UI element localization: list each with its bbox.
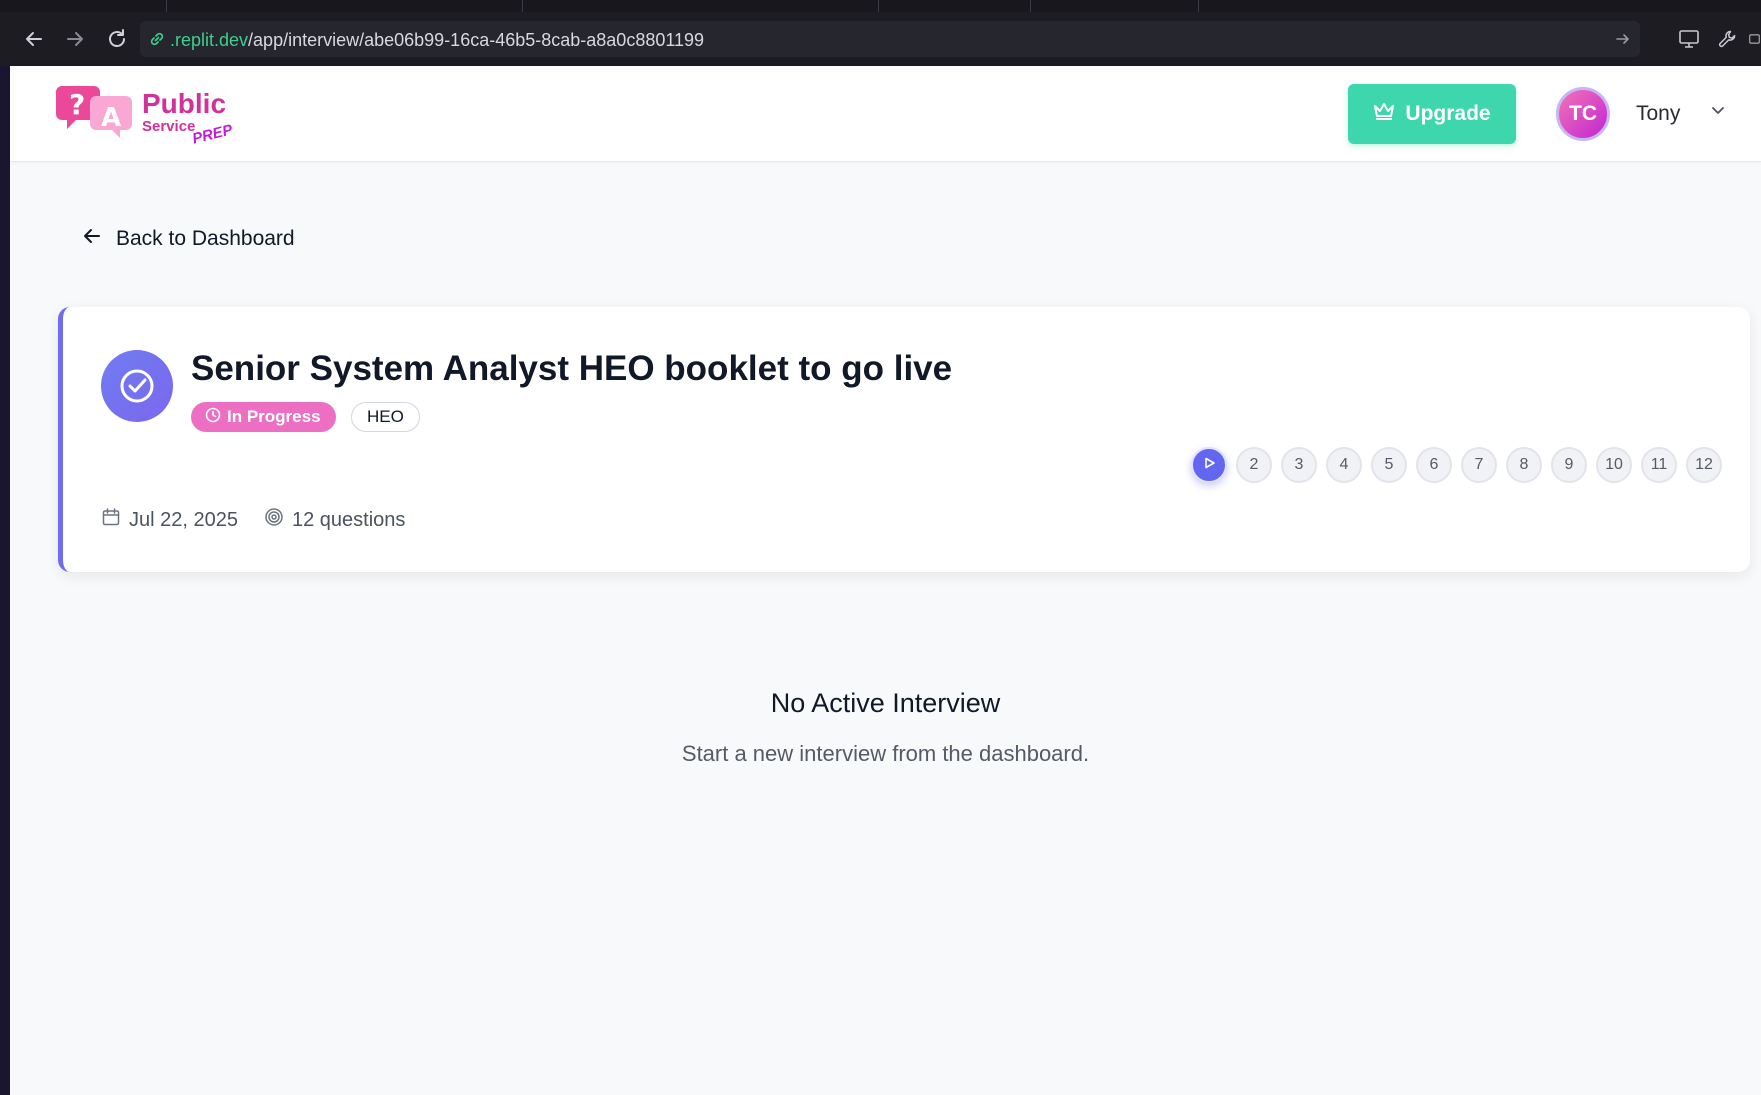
tab-separator (522, 0, 523, 12)
tab-separator (1198, 0, 1199, 12)
link-icon (148, 30, 166, 53)
step-11[interactable]: 11 (1641, 447, 1677, 483)
browser-tabstrip (0, 0, 1761, 12)
tab-separator (166, 0, 167, 12)
logo-service-text: Service (142, 118, 196, 135)
back-to-dashboard-link[interactable]: Back to Dashboard (82, 226, 295, 252)
step-2[interactable]: 2 (1236, 447, 1272, 483)
reload-icon[interactable] (102, 24, 132, 54)
step-7[interactable]: 7 (1461, 447, 1497, 483)
play-icon (1202, 456, 1216, 475)
step-5[interactable]: 5 (1371, 447, 1407, 483)
address-bar[interactable]: .replit.dev/app/interview/abe06b99-16ca-… (140, 21, 1640, 57)
arrow-left-icon (82, 226, 102, 252)
svg-text:?: ? (69, 88, 85, 121)
forward-icon[interactable] (60, 24, 90, 54)
step-12[interactable]: 12 (1686, 447, 1722, 483)
step-current[interactable] (1191, 447, 1227, 483)
questions-meta: 12 questions (264, 507, 405, 533)
interview-title: Senior System Analyst HEO booklet to go … (191, 349, 953, 388)
app-header: ? A Public Service PREP Upgrade TC Tony (10, 66, 1761, 162)
back-label: Back to Dashboard (116, 227, 295, 250)
step-10[interactable]: 10 (1596, 447, 1632, 483)
question-count: 12 questions (291, 508, 406, 531)
interview-meta: Jul 22, 2025 12 questions (101, 507, 405, 533)
logo-prep-text: PREP (190, 121, 235, 148)
step-4[interactable]: 4 (1326, 447, 1362, 483)
status-badge: In Progress (191, 402, 336, 432)
upgrade-button[interactable]: Upgrade (1348, 84, 1516, 144)
target-icon (264, 507, 284, 533)
check-circle-icon (101, 350, 173, 422)
app-viewport: ? A Public Service PREP Upgrade TC Tony … (10, 66, 1761, 1095)
step-3[interactable]: 3 (1281, 447, 1317, 483)
logo[interactable]: ? A Public Service PREP (56, 82, 236, 148)
tab-separator (878, 0, 879, 12)
browser-toolbar: .replit.dev/app/interview/abe06b99-16ca-… (0, 12, 1761, 66)
clock-icon (205, 407, 221, 428)
back-icon[interactable] (19, 24, 49, 54)
panel-icon[interactable] (1748, 24, 1761, 54)
user-name[interactable]: Tony (1636, 102, 1680, 126)
window-edge (0, 66, 10, 1095)
empty-state-subtitle: Start a new interview from the dashboard… (681, 741, 1090, 766)
step-6[interactable]: 6 (1416, 447, 1452, 483)
crown-icon (1373, 101, 1395, 127)
url-path: /app/interview/abe06b99-16ca-46b5-8cab-a… (248, 30, 705, 50)
level-badge: HEO (351, 402, 420, 432)
status-label: In Progress (227, 407, 321, 426)
question-steps: 2 3 4 5 6 7 8 9 10 11 12 (1191, 447, 1722, 483)
chevron-down-icon[interactable] (1710, 102, 1726, 123)
tab-separator (1030, 0, 1031, 12)
logo-public-text: Public (142, 88, 227, 119)
upgrade-label: Upgrade (1405, 102, 1491, 125)
url-text: .replit.dev/app/interview/abe06b99-16ca-… (170, 30, 704, 51)
logo-icon: ? A (56, 86, 132, 138)
step-8[interactable]: 8 (1506, 447, 1542, 483)
step-9[interactable]: 9 (1551, 447, 1587, 483)
url-host: .replit.dev (170, 30, 249, 50)
wrench-icon[interactable] (1713, 24, 1743, 54)
interview-date: Jul 22, 2025 (129, 508, 238, 531)
interview-card: Senior System Analyst HEO booklet to go … (58, 307, 1750, 572)
go-icon[interactable] (1614, 30, 1632, 53)
date-meta: Jul 22, 2025 (101, 507, 238, 533)
monitor-icon[interactable] (1674, 24, 1704, 54)
avatar[interactable]: TC (1556, 87, 1610, 141)
svg-text:A: A (101, 103, 121, 133)
calendar-icon (101, 507, 121, 533)
empty-state-title: No Active Interview (770, 688, 1001, 718)
